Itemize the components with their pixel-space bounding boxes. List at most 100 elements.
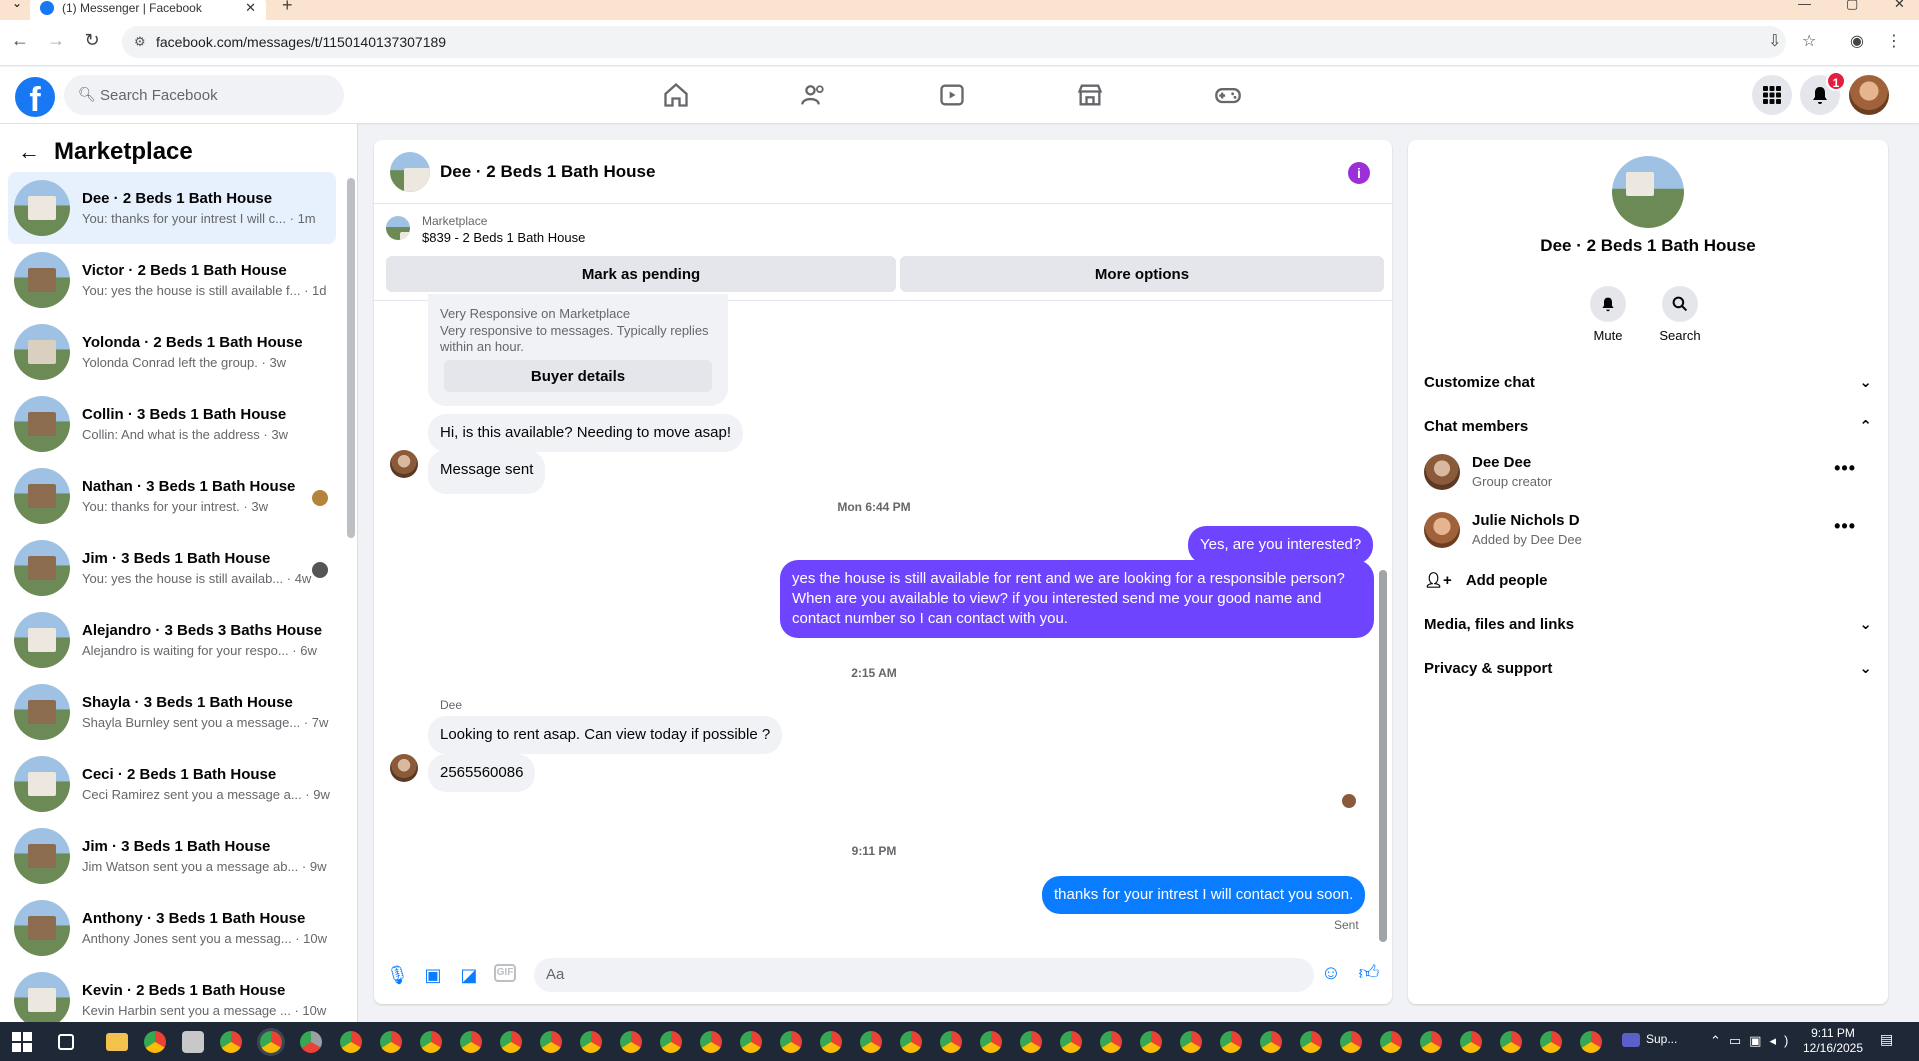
- browser-tab[interactable]: (1) Messenger | Facebook ✕: [30, 0, 266, 20]
- close-window-icon[interactable]: ✕: [1894, 0, 1905, 12]
- conversation-item[interactable]: Anthony · 3 Beds 1 Bath House Anthony Jo…: [8, 892, 336, 964]
- buyer-details-button[interactable]: Buyer details: [444, 360, 712, 392]
- chrome-icon[interactable]: [1180, 1031, 1202, 1053]
- mark-as-pending-button[interactable]: Mark as pending: [386, 256, 896, 292]
- chat-scrollbar[interactable]: [1379, 570, 1387, 942]
- conversation-item[interactable]: Yolonda · 2 Beds 1 Bath House Yolonda Co…: [8, 316, 336, 388]
- more-options-icon[interactable]: •••: [1834, 458, 1856, 479]
- app-taskbar-item[interactable]: Sup...: [1622, 1032, 1677, 1047]
- chrome-icon[interactable]: [500, 1031, 522, 1053]
- forward-icon[interactable]: →: [44, 30, 68, 51]
- chrome-icon[interactable]: [1580, 1031, 1602, 1053]
- media-files-section[interactable]: Media, files and links ⌄: [1424, 606, 1872, 642]
- account-avatar[interactable]: [1849, 75, 1889, 115]
- chrome-icon[interactable]: [900, 1031, 922, 1053]
- friends-icon[interactable]: [800, 81, 828, 109]
- outgoing-message[interactable]: yes the house is still available for ren…: [780, 560, 1374, 638]
- add-people-button[interactable]: 👤︎+ Add people: [1424, 562, 1872, 598]
- notification-center-icon[interactable]: ▤: [1880, 1032, 1893, 1047]
- conversation-item[interactable]: Shayla · 3 Beds 1 Bath House Shayla Burn…: [8, 676, 336, 748]
- incoming-message[interactable]: Message sent: [428, 450, 546, 494]
- conversation-item[interactable]: Jim · 3 Beds 1 Bath House You: yes the h…: [8, 532, 336, 604]
- conversation-item[interactable]: Alejandro · 3 Beds 3 Baths House Alejand…: [8, 604, 336, 676]
- facebook-search-input[interactable]: 🔍︎ Search Facebook: [64, 75, 344, 115]
- tab-list-icon[interactable]: ⌄: [12, 0, 22, 10]
- browser-menu-icon[interactable]: ⋮: [1886, 31, 1902, 51]
- chrome-icon[interactable]: [820, 1031, 842, 1053]
- chrome-icon[interactable]: [1380, 1031, 1402, 1053]
- conversation-list-scrollbar[interactable]: [347, 178, 355, 538]
- chrome-icon[interactable]: [580, 1031, 602, 1053]
- chrome-icon[interactable]: [220, 1031, 242, 1053]
- mute-button[interactable]: Mute: [1568, 286, 1648, 343]
- profile-icon[interactable]: ◉: [1850, 31, 1864, 51]
- sticker-icon[interactable]: ◪: [458, 964, 480, 986]
- conversation-item[interactable]: Victor · 2 Beds 1 Bath House You: yes th…: [8, 244, 336, 316]
- chrome-icon[interactable]: [380, 1031, 402, 1053]
- chrome-icon[interactable]: [300, 1031, 322, 1053]
- conversation-item[interactable]: Collin · 3 Beds 1 Bath House Collin: And…: [8, 388, 336, 460]
- gaming-icon[interactable]: [1214, 81, 1242, 109]
- customize-chat-section[interactable]: Customize chat ⌄: [1424, 364, 1872, 400]
- conversation-item[interactable]: Dee · 2 Beds 1 Bath House You: thanks fo…: [8, 172, 336, 244]
- member-row[interactable]: Dee Dee Group creator •••: [1424, 448, 1872, 498]
- chrome-icon[interactable]: [660, 1031, 682, 1053]
- back-arrow-icon[interactable]: ←: [18, 139, 40, 165]
- incoming-message[interactable]: Hi, is this available? Needing to move a…: [428, 414, 743, 452]
- chrome-icon[interactable]: [940, 1031, 962, 1053]
- microphone-icon[interactable]: 🎙︎: [386, 964, 409, 986]
- facebook-logo-icon[interactable]: f: [15, 77, 55, 119]
- minimize-icon[interactable]: —: [1798, 0, 1811, 11]
- like-thumbs-up-icon[interactable]: 👍︎: [1358, 962, 1380, 984]
- chrome-icon[interactable]: [144, 1031, 166, 1053]
- menu-grid-icon[interactable]: [1752, 75, 1792, 115]
- attach-photo-icon[interactable]: ▣: [422, 964, 444, 986]
- emoji-icon[interactable]: ☺: [1320, 962, 1342, 984]
- conversation-item[interactable]: Nathan · 3 Beds 1 Bath House You: thanks…: [8, 460, 336, 532]
- conversation-item[interactable]: Ceci · 2 Beds 1 Bath House Ceci Ramirez …: [8, 748, 336, 820]
- chrome-icon[interactable]: [700, 1031, 722, 1053]
- bookmark-star-icon[interactable]: ☆: [1802, 31, 1816, 51]
- outgoing-message[interactable]: thanks for your intrest I will contact y…: [1042, 876, 1366, 914]
- chrome-icon[interactable]: [1500, 1031, 1522, 1053]
- new-tab-icon[interactable]: +: [282, 0, 293, 16]
- chrome-icon[interactable]: [1140, 1031, 1162, 1053]
- outgoing-message[interactable]: Yes, are you interested?: [1188, 526, 1374, 564]
- chrome-icon[interactable]: [980, 1031, 1002, 1053]
- chat-avatar[interactable]: [390, 152, 430, 192]
- chrome-icon[interactable]: [860, 1031, 882, 1053]
- gif-icon[interactable]: GIF: [494, 964, 516, 982]
- chat-members-section[interactable]: Chat members ⌃: [1424, 408, 1872, 444]
- incoming-message[interactable]: Looking to rent asap. Can view today if …: [428, 716, 783, 754]
- chrome-icon[interactable]: [1300, 1031, 1322, 1053]
- maximize-icon[interactable]: ▢: [1846, 0, 1858, 12]
- chrome-icon[interactable]: [1420, 1031, 1442, 1053]
- home-icon[interactable]: [662, 81, 690, 109]
- chrome-icon[interactable]: [1020, 1031, 1042, 1053]
- conversation-item[interactable]: Jim · 3 Beds 1 Bath House Jim Watson sen…: [8, 820, 336, 892]
- chrome-icon[interactable]: [420, 1031, 442, 1053]
- privacy-support-section[interactable]: Privacy & support ⌄: [1424, 650, 1872, 686]
- chrome-icon[interactable]: [1340, 1031, 1362, 1053]
- windows-start-icon[interactable]: [12, 1032, 32, 1052]
- system-tray-icons[interactable]: ⌃▭▣◂): [1710, 1033, 1796, 1048]
- chrome-icon[interactable]: [1060, 1031, 1082, 1053]
- chrome-icon[interactable]: [340, 1031, 362, 1053]
- incoming-message[interactable]: 2565560086: [428, 754, 536, 792]
- task-view-icon[interactable]: [58, 1034, 74, 1050]
- close-tab-icon[interactable]: ✕: [245, 0, 256, 16]
- clock[interactable]: 9:11 PM 12/16/2025: [1800, 1026, 1866, 1056]
- chrome-icon[interactable]: [620, 1031, 642, 1053]
- app-icon[interactable]: [182, 1031, 204, 1053]
- chrome-icon[interactable]: [740, 1031, 762, 1053]
- chat-title[interactable]: Dee · 2 Beds 1 Bath House: [440, 162, 655, 182]
- member-row[interactable]: Julie Nichols D Added by Dee Dee •••: [1424, 506, 1872, 556]
- search-in-chat-button[interactable]: Search: [1640, 286, 1720, 343]
- chrome-icon[interactable]: [1100, 1031, 1122, 1053]
- back-icon[interactable]: ←: [8, 30, 32, 51]
- video-icon[interactable]: [938, 81, 966, 109]
- chrome-icon[interactable]: [1540, 1031, 1562, 1053]
- more-options-button[interactable]: More options: [900, 256, 1384, 292]
- chrome-icon[interactable]: [780, 1031, 802, 1053]
- chrome-icon[interactable]: [1260, 1031, 1282, 1053]
